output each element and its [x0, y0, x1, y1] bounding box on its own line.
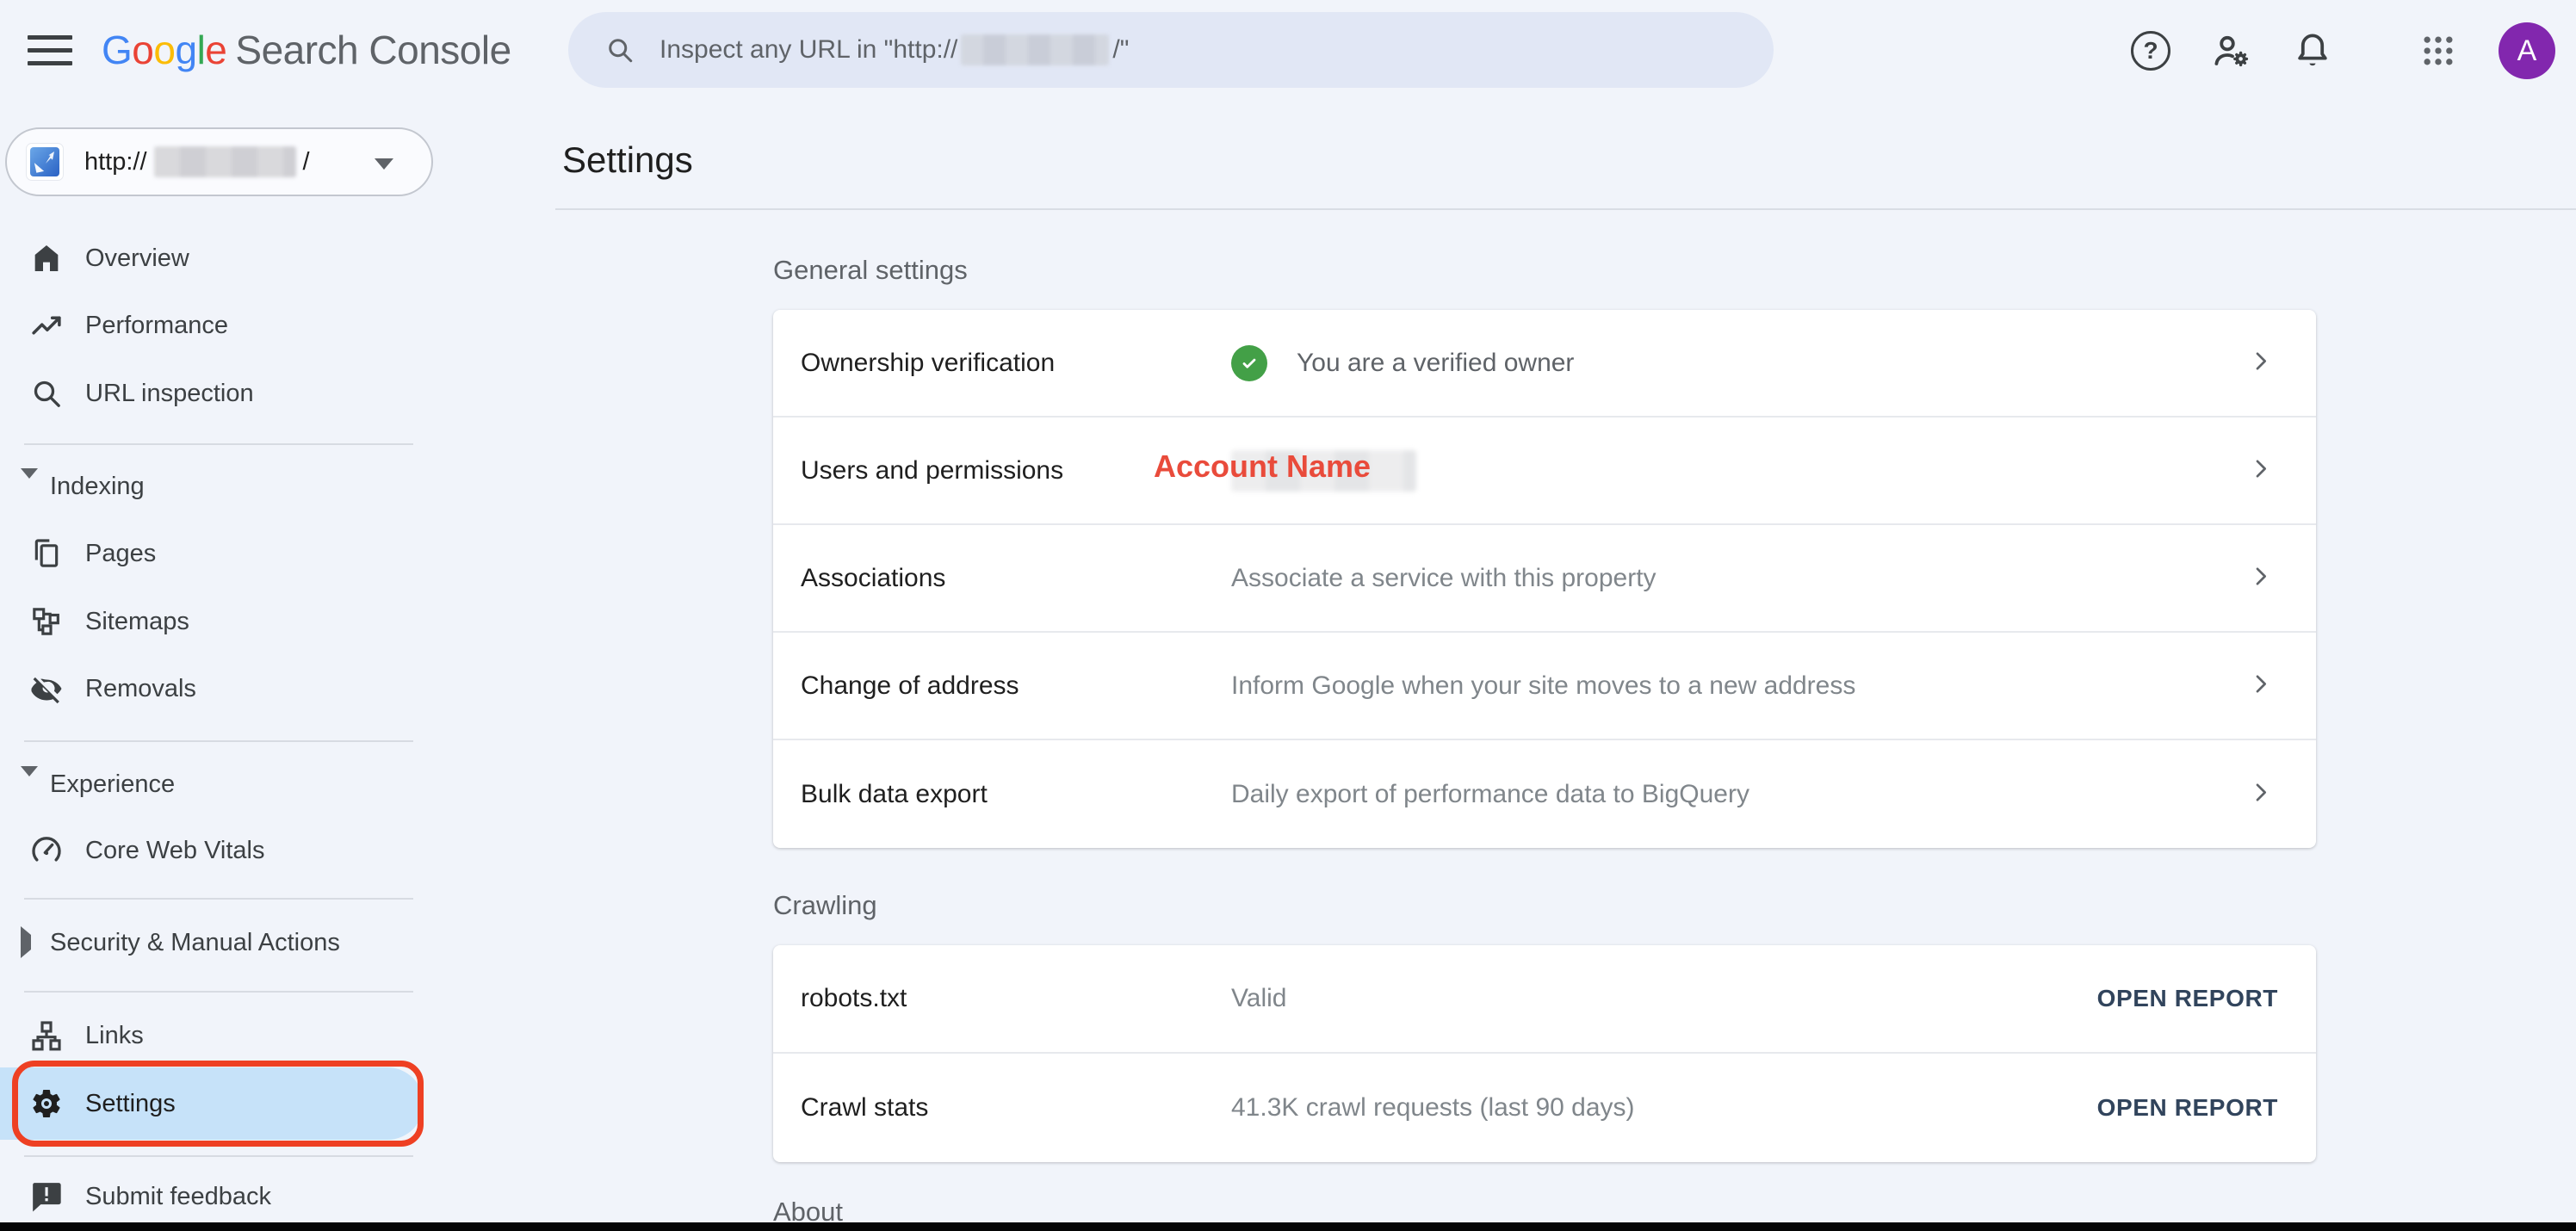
bell-icon [2292, 30, 2333, 71]
logo-product-name: Search Console [235, 28, 511, 72]
row-robots-txt: robots.txt Valid OPEN REPORT [773, 945, 2316, 1054]
property-url: http:/// [84, 146, 310, 177]
help-button[interactable]: ? [2130, 30, 2171, 71]
section-label-crawling: Crawling [773, 890, 877, 921]
account-name-annotation: Account Name [1154, 448, 1371, 485]
logo-letter: G [102, 28, 132, 72]
sidebar-item-overview[interactable]: Overview [0, 231, 465, 286]
header-actions: ? [2130, 0, 2555, 102]
crawling-card: robots.txt Valid OPEN REPORT Crawl stats… [773, 945, 2316, 1162]
chevron-right-icon [2247, 670, 2275, 702]
row-users-and-permissions[interactable]: Users and permissions Account Name [773, 418, 2316, 525]
sidebar: http:/// Overview Performance URL inspec… [0, 102, 555, 1231]
row-associations[interactable]: Associations Associate a service with th… [773, 525, 2316, 633]
manage-accounts-icon [2211, 30, 2252, 71]
sidebar-item-sitemaps[interactable]: Sitemaps [0, 594, 465, 649]
sidebar-item-pages[interactable]: Pages [0, 526, 465, 581]
sidebar-item-settings[interactable]: Settings [0, 1076, 465, 1131]
sidebar-item-links[interactable]: Links [0, 1008, 465, 1063]
chevron-right-icon [2247, 562, 2275, 594]
url-inspect-search-input[interactable]: Inspect any URL in "http:///" [568, 12, 1774, 88]
speedometer-icon [28, 832, 65, 869]
redacted-text [961, 34, 1109, 65]
google-apps-button[interactable] [2418, 30, 2459, 71]
row-change-of-address[interactable]: Change of address Inform Google when you… [773, 633, 2316, 740]
top-header: GoogleSearch Console Inspect any URL in … [0, 0, 2576, 102]
divider [24, 1155, 413, 1157]
row-bulk-data-export[interactable]: Bulk data export Daily export of perform… [773, 740, 2316, 848]
sidebar-group-experience[interactable]: Experience [0, 757, 465, 812]
chevron-down-icon [375, 158, 393, 170]
general-settings-card: Ownership verification You are a verifie… [773, 310, 2316, 848]
sitemap-tree-icon [28, 603, 65, 640]
verified-check-icon [1231, 345, 1267, 381]
sidebar-group-indexing[interactable]: Indexing [0, 459, 465, 514]
google-search-console-app: GoogleSearch Console Inspect any URL in … [0, 0, 2576, 1231]
sidebar-item-performance[interactable]: Performance [0, 298, 465, 353]
home-icon [28, 239, 65, 277]
sidebar-item-removals[interactable]: Removals [0, 661, 465, 716]
open-report-link[interactable]: OPEN REPORT [2097, 985, 2278, 1012]
row-ownership-verification[interactable]: Ownership verification You are a verifie… [773, 310, 2316, 418]
user-settings-button[interactable] [2211, 30, 2252, 71]
apps-grid-icon [2419, 32, 2457, 70]
logo-letter: g [175, 28, 196, 72]
app-logo[interactable]: GoogleSearch Console [102, 28, 511, 72]
logo-letter: e [205, 28, 226, 72]
divider [555, 208, 2576, 210]
screenshot-bottom-border [0, 1222, 2576, 1231]
divider [24, 991, 413, 993]
open-report-link[interactable]: OPEN REPORT [2097, 1094, 2278, 1122]
property-selector[interactable]: http:/// [5, 127, 433, 196]
pages-icon [28, 535, 65, 572]
magnifier-icon [28, 374, 65, 412]
sidebar-item-submit-feedback[interactable]: Submit feedback [0, 1169, 465, 1224]
eye-off-icon [28, 670, 65, 708]
page-title: Settings [562, 139, 693, 181]
chevron-right-icon [21, 935, 38, 950]
sidebar-group-security-manual-actions[interactable]: Security & Manual Actions [0, 915, 465, 970]
gear-icon [28, 1085, 65, 1123]
verified-owner-status: You are a verified owner [1231, 345, 1574, 381]
search-icon [604, 34, 635, 65]
trending-up-icon [28, 306, 65, 344]
site-favicon [26, 143, 64, 181]
chevron-down-icon [21, 479, 38, 494]
chevron-right-icon [2247, 347, 2275, 379]
search-placeholder: Inspect any URL in "http:///" [659, 34, 1129, 65]
notifications-button[interactable] [2292, 30, 2333, 71]
sidebar-item-core-web-vitals[interactable]: Core Web Vitals [0, 823, 465, 878]
help-icon: ? [2131, 31, 2170, 71]
redacted-text [154, 146, 296, 177]
links-tree-icon [28, 1017, 65, 1055]
divider [24, 740, 413, 742]
chevron-right-icon [2247, 455, 2275, 486]
logo-letter: o [153, 28, 175, 72]
chevron-right-icon [2247, 778, 2275, 810]
divider [24, 443, 413, 445]
divider [24, 898, 413, 900]
menu-icon[interactable] [28, 35, 72, 66]
sidebar-item-url-inspection[interactable]: URL inspection [0, 366, 465, 421]
logo-letter: l [197, 28, 206, 72]
section-label-general-settings: General settings [773, 255, 968, 286]
logo-letter: o [132, 28, 153, 72]
account-avatar[interactable]: A [2499, 22, 2555, 79]
feedback-icon [28, 1178, 65, 1216]
main-content: Settings General settings Ownership veri… [555, 102, 2576, 1231]
row-crawl-stats: Crawl stats 41.3K crawl requests (last 9… [773, 1054, 2316, 1162]
chevron-down-icon [21, 776, 38, 792]
